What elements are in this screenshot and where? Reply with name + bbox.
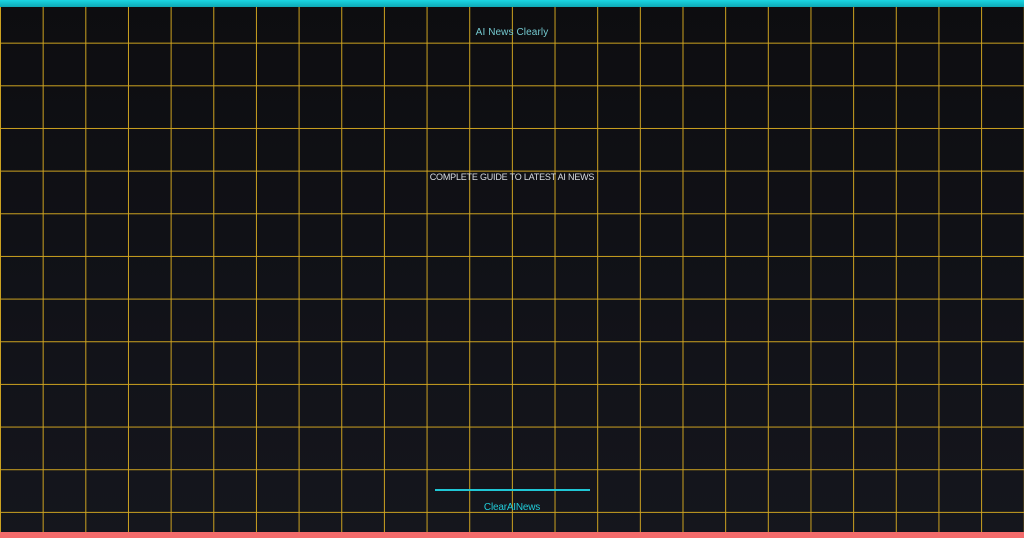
hero-banner: AI News Clearly COMPLETE GUIDE TO LATEST…: [0, 0, 1024, 538]
bottom-accent-bar: [0, 532, 1024, 538]
site-brand[interactable]: AI News Clearly: [0, 28, 1024, 38]
page-headline: COMPLETE GUIDE TO LATEST AI NEWS: [429, 172, 595, 182]
footer-divider: [435, 489, 590, 491]
footer-brand-link[interactable]: ClearAINews: [0, 503, 1024, 513]
background-grid: [0, 7, 1024, 532]
top-accent-bar: [0, 0, 1024, 7]
